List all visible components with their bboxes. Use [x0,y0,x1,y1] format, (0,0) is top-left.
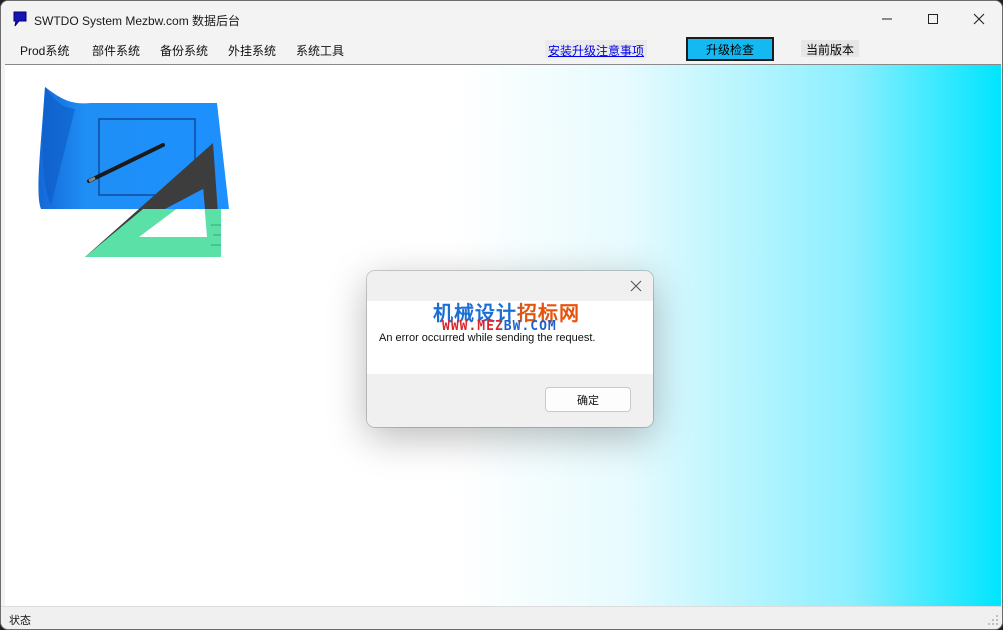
close-icon [973,13,985,25]
menu-system-tools[interactable]: 系统工具 [296,42,344,59]
menu-backup-system[interactable]: 备份系统 [160,42,208,59]
maximize-button[interactable] [910,1,956,37]
menu-parts-system[interactable]: 部件系统 [92,42,140,59]
app-window: SWTDO System Mezbw.com 数据后台 Prod系统 部件系统 … [0,0,1003,630]
maximize-icon [928,14,938,24]
close-button[interactable] [956,1,1002,37]
app-icon [13,11,27,27]
status-text: 状态 [9,615,31,627]
status-bar: 状态 [1,606,1002,629]
dialog-body: 机械设计招标网 WWW.MEZBW.COM An error occurred … [367,301,653,374]
ok-button-label: 确定 [577,394,599,407]
current-version-label: 当前版本 [801,40,860,57]
upgrade-check-label: 升级检查 [705,42,754,57]
upgrade-notes-link[interactable]: 安装升级注意事项 [545,40,648,58]
menu-plugin-system[interactable]: 外挂系统 [228,42,276,59]
menu-bar: Prod系统 部件系统 备份系统 外挂系统 系统工具 安装升级注意事项 升级检查… [1,37,1002,63]
menu-prod-system[interactable]: Prod系统 [20,42,69,59]
title-bar[interactable]: SWTDO System Mezbw.com 数据后台 [1,1,1002,37]
size-grip-icon[interactable] [987,614,999,626]
window-title: SWTDO System Mezbw.com 数据后台 [34,14,241,28]
error-message: An error occurred while sending the requ… [379,332,596,344]
ok-button[interactable]: 确定 [545,387,631,412]
minimize-icon [882,18,892,20]
minimize-button[interactable] [864,1,910,37]
drafting-logo [38,87,229,257]
dialog-close-icon[interactable] [627,277,645,295]
upgrade-check-button[interactable]: 升级检查 [686,37,774,61]
error-dialog: 机械设计招标网 WWW.MEZBW.COM An error occurred … [367,271,653,427]
